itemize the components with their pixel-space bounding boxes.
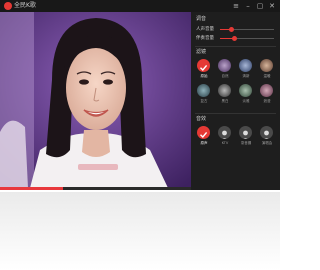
accompaniment-volume-handle[interactable] [231, 36, 237, 41]
settings-panel: 调音 人声音量 伴奏音量 滤镜 原始 自然 清新 温暖 复古 黑白 淡雅 浪漫 … [191, 12, 280, 190]
divider [195, 46, 276, 47]
effect-item[interactable]: 原声 [194, 126, 214, 150]
restore-icon[interactable]: ▢ [256, 1, 264, 11]
accompaniment-volume-slider[interactable]: 伴奏音量 [196, 35, 276, 42]
minimize-icon[interactable]: – [244, 1, 252, 11]
filter-item[interactable]: 浪漫 [257, 84, 277, 108]
app-logo-icon [4, 2, 12, 10]
filter-thumbnail [260, 59, 273, 72]
filter-item[interactable]: 淡雅 [236, 84, 256, 108]
singer-avatar-icon [260, 126, 273, 139]
checkmark-icon [197, 126, 210, 139]
filter-thumbnail [218, 84, 231, 97]
effect-grid: 原声 KTV 录音棚 演唱会 [194, 126, 278, 152]
filter-item[interactable]: 原始 [194, 59, 214, 83]
filter-item[interactable]: 清新 [236, 59, 256, 83]
filter-item[interactable]: 黑白 [215, 84, 235, 108]
effect-item[interactable]: KTV [215, 126, 235, 150]
effect-section-title: 音效 [196, 116, 207, 122]
checkmark-icon [197, 59, 210, 72]
window-reflection [0, 192, 280, 270]
playback-progress-bar[interactable] [0, 187, 191, 190]
filter-section-title: 滤镜 [196, 49, 207, 55]
filter-item[interactable]: 自然 [215, 59, 235, 83]
title-bar[interactable]: 全民K歌 ≡ – ▢ ✕ [0, 0, 280, 12]
vocal-volume-handle[interactable] [229, 27, 235, 32]
filter-thumbnail [197, 84, 210, 97]
effect-item[interactable]: 录音棚 [236, 126, 256, 150]
divider [195, 113, 276, 114]
vocal-volume-label: 人声音量 [196, 27, 214, 32]
vocal-volume-slider[interactable]: 人声音量 [196, 26, 276, 33]
accompaniment-volume-label: 伴奏音量 [196, 36, 214, 41]
singer-avatar-icon [218, 126, 231, 139]
close-icon[interactable]: ✕ [268, 1, 276, 11]
video-preview [0, 12, 191, 188]
effect-item[interactable]: 演唱会 [257, 126, 277, 150]
filter-item[interactable]: 温暖 [257, 59, 277, 83]
playback-progress-fill [0, 187, 64, 190]
volume-section-title: 调音 [196, 16, 207, 22]
app-window: 全民K歌 ≡ – ▢ ✕ 调音 人声音量 伴奏音量 滤镜 原始 自然 清新 温暖… [0, 0, 280, 190]
filter-thumbnail [239, 59, 252, 72]
menu-icon[interactable]: ≡ [232, 1, 240, 11]
filter-thumbnail [218, 59, 231, 72]
filter-thumbnail [260, 84, 273, 97]
app-title: 全民K歌 [14, 2, 36, 9]
filter-grid: 原始 自然 清新 温暖 复古 黑白 淡雅 浪漫 [194, 59, 278, 111]
filter-thumbnail [239, 84, 252, 97]
singer-avatar-icon [239, 126, 252, 139]
filter-item[interactable]: 复古 [194, 84, 214, 108]
